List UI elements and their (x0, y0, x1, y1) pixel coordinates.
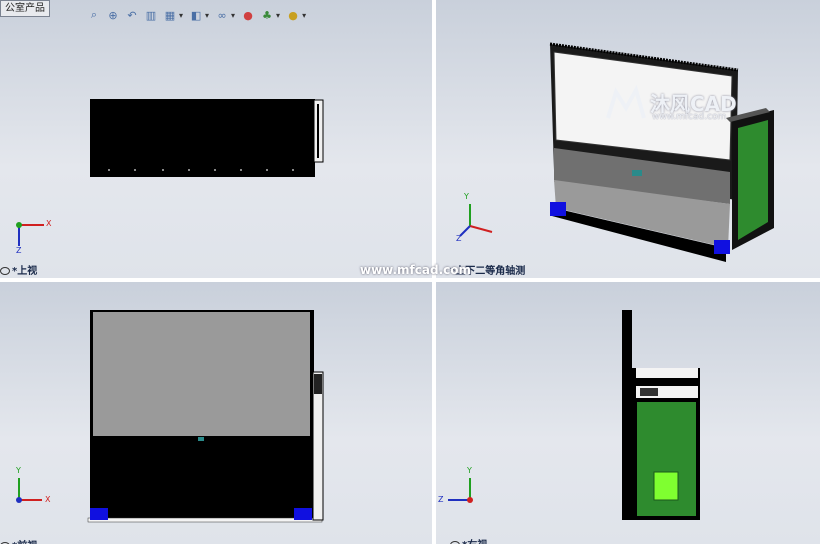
viewport-top[interactable]: 公室产品 X Z *上视 (0, 0, 432, 278)
watermark-logo: 沐风CAD www.mfcad.com (604, 84, 754, 130)
view-orientation-icon[interactable]: ▦ (162, 7, 178, 23)
view-label-front: *前视 (0, 537, 37, 544)
right-view-model (622, 310, 700, 520)
eye-icon (0, 267, 10, 275)
display-style-icon[interactable]: ◧ (188, 7, 204, 23)
mf-logo-icon (606, 84, 646, 119)
chevron-down-icon[interactable]: ▾ (231, 11, 235, 20)
viewport-divider-horizontal[interactable] (0, 278, 820, 282)
triad-top: X Z (16, 219, 52, 255)
view-label-top: *上视 (0, 262, 37, 277)
triad-iso: Y Z (454, 192, 504, 246)
viewport-isometric[interactable]: Y Z *上下二等角轴测 (436, 0, 820, 278)
viewport-front[interactable]: Y X *前视 (0, 282, 432, 544)
chevron-down-icon[interactable]: ▾ (302, 11, 306, 20)
triad-right: Y Z (438, 466, 473, 504)
chevron-down-icon[interactable]: ▾ (179, 11, 183, 20)
watermark-url: www.mfcad.com (360, 263, 471, 277)
appearance-icon[interactable]: ● (240, 7, 256, 23)
viewport-right[interactable]: Y Z *右视 (436, 282, 820, 544)
hide-show-icon[interactable]: ∞ (214, 7, 230, 23)
heads-up-toolbar: ⌕ ⊕ ↶ ▥ ▦ ▾ ◧ ▾ ∞ ▾ ● ♣ ▾ ● ▾ (86, 5, 308, 25)
top-view-model (90, 99, 324, 177)
render-icon[interactable]: ● (285, 7, 301, 23)
previous-view-icon[interactable]: ↶ (124, 7, 140, 23)
chevron-down-icon[interactable]: ▾ (276, 11, 280, 20)
scene-icon[interactable]: ♣ (259, 7, 275, 23)
watermark-url-small: www.mfcad.com (652, 112, 727, 122)
front-view-model (87, 310, 324, 523)
view-label-right: *右视 (450, 536, 487, 544)
section-view-icon[interactable]: ▥ (143, 7, 159, 23)
chevron-down-icon[interactable]: ▾ (205, 11, 209, 20)
triad-front: Y X (16, 466, 51, 504)
zoom-area-icon[interactable]: ⊕ (105, 7, 121, 23)
zoom-fit-icon[interactable]: ⌕ (86, 7, 102, 23)
